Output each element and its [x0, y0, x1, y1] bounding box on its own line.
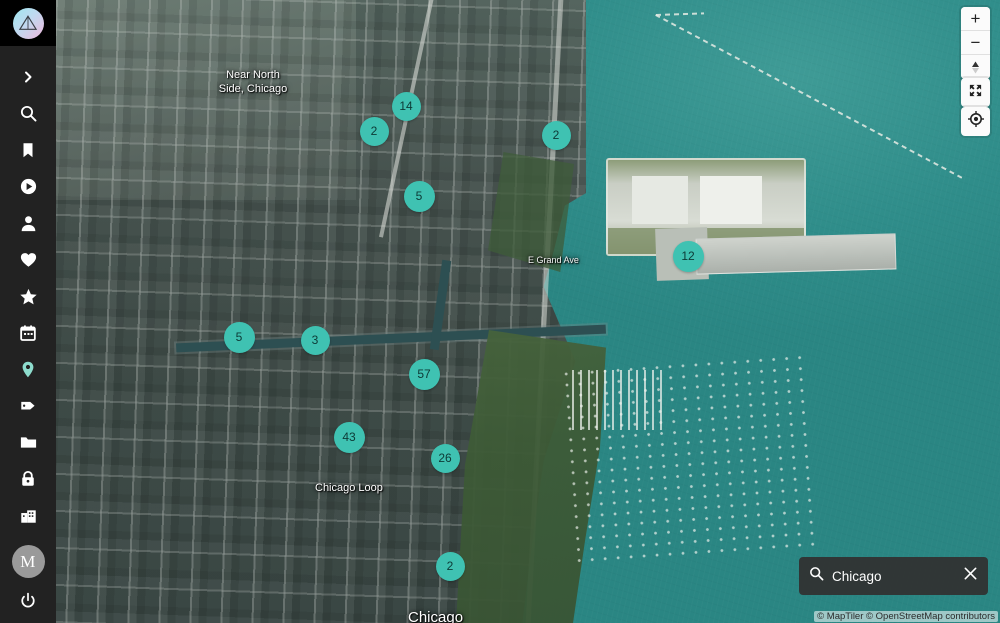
map-attribution[interactable]: © MapTiler © OpenStreetMap contributors	[814, 611, 998, 622]
power-icon	[19, 592, 37, 615]
map-cluster-marker[interactable]: 2	[359, 116, 389, 146]
prism-logo-icon	[12, 7, 44, 39]
map-pier-dock	[695, 233, 897, 275]
person-icon	[19, 214, 38, 233]
map-zoom-controls: + −	[961, 7, 990, 79]
map-cluster-marker[interactable]: 5	[403, 180, 435, 212]
folder-icon	[19, 433, 38, 452]
sidebar-item-bookmarks[interactable]	[0, 132, 56, 169]
bookmark-icon	[19, 141, 37, 159]
app-logo[interactable]	[0, 0, 56, 46]
zoom-in-button[interactable]: +	[961, 7, 990, 31]
star-icon	[19, 287, 38, 306]
map-canvas[interactable]: Near North Side, Chicago E Grand Ave Chi…	[56, 0, 1000, 623]
map-marina-docks	[572, 370, 662, 430]
map-pin-icon	[19, 360, 37, 379]
fullscreen-icon	[968, 83, 983, 103]
sidebar-item-starred[interactable]	[0, 278, 56, 315]
sidebar-item-expand-panel[interactable]	[0, 59, 56, 96]
zoom-out-button[interactable]: −	[961, 31, 990, 55]
map-search-box[interactable]: Chicago	[799, 557, 988, 595]
sidebar-item-private[interactable]	[0, 461, 56, 498]
app-root: Near North Side, Chicago E Grand Ave Chi…	[0, 0, 1000, 623]
map-cluster-marker[interactable]: 57	[408, 358, 440, 390]
sidebar-item-people[interactable]	[0, 205, 56, 242]
geolocate-button[interactable]	[961, 107, 990, 136]
user-menu[interactable]: M	[0, 545, 56, 578]
map-pier-building-west	[632, 176, 688, 224]
sidebar-item-tags[interactable]	[0, 388, 56, 425]
map-cluster-marker[interactable]: 3	[300, 325, 330, 355]
map-cluster-marker[interactable]: 26	[430, 443, 460, 473]
sidebar-item-favorites[interactable]	[0, 242, 56, 279]
sidebar-item-places[interactable]	[0, 351, 56, 388]
geolocate-icon	[967, 111, 984, 132]
calendar-icon	[19, 324, 37, 342]
map-cluster-marker[interactable]: 12	[672, 240, 704, 272]
search-icon	[809, 566, 824, 586]
sidebar-item-calendar[interactable]	[0, 315, 56, 352]
map-pier-building-east	[700, 176, 762, 224]
heart-icon	[19, 250, 38, 269]
sidebar-item-archive[interactable]	[0, 497, 56, 534]
map-cluster-marker[interactable]: 43	[333, 421, 365, 453]
sidebar-nav	[0, 46, 56, 534]
lock-icon	[19, 469, 37, 488]
sidebar-item-media[interactable]	[0, 169, 56, 206]
map-park-north	[488, 152, 574, 272]
sidebar-item-search[interactable]	[0, 96, 56, 133]
map-cluster-marker[interactable]: 5	[223, 321, 255, 353]
search-icon	[19, 104, 38, 123]
map-cluster-marker[interactable]: 2	[435, 551, 465, 581]
fullscreen-button[interactable]	[961, 78, 990, 107]
map-cluster-marker[interactable]: 2	[541, 120, 571, 150]
sidebar: M	[0, 0, 56, 623]
logout-button[interactable]	[0, 592, 56, 615]
compass-icon[interactable]	[961, 55, 990, 79]
building-icon	[19, 506, 38, 525]
play-circle-icon	[19, 177, 38, 196]
close-icon[interactable]	[963, 566, 978, 586]
tag-icon	[19, 396, 38, 415]
chevron-right-icon	[20, 69, 36, 85]
avatar[interactable]: M	[11, 545, 45, 578]
search-input[interactable]: Chicago	[832, 569, 963, 584]
map-cluster-marker[interactable]: 14	[391, 91, 421, 121]
sidebar-item-folders[interactable]	[0, 424, 56, 461]
